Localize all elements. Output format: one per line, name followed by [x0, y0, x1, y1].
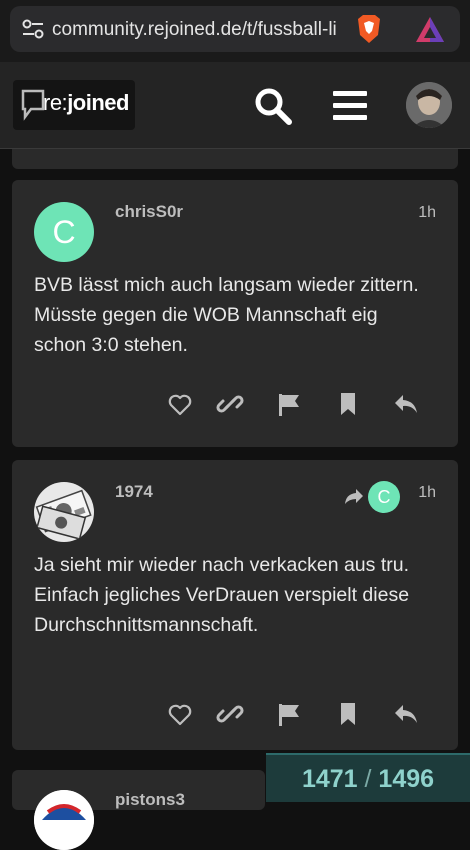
browser-toolbar: community.rejoined.de/t/fussball-li [0, 0, 470, 62]
post-stream: C chrisS0r 1h BVB lässt mich auch langsa… [0, 149, 470, 800]
post-username[interactable]: chrisS0r [115, 202, 183, 222]
progress-text: 1471 / 1496 [266, 765, 470, 794]
avatar[interactable] [34, 482, 94, 542]
hamburger-menu-icon[interactable] [331, 88, 369, 124]
reply-to-indicator[interactable]: C [344, 481, 404, 513]
link-icon[interactable] [216, 700, 244, 728]
url-text[interactable]: community.rejoined.de/t/fussball-li [52, 19, 352, 41]
post: C chrisS0r 1h BVB lässt mich auch langsa… [12, 180, 458, 447]
reply-icon[interactable] [392, 700, 420, 728]
post-body: Ja sieht mir wieder nach verkacken aus t… [34, 554, 410, 636]
post-username[interactable]: 1974 [115, 482, 153, 502]
post-actions [12, 700, 458, 736]
address-bar[interactable]: community.rejoined.de/t/fussball-li [10, 6, 460, 52]
post-date[interactable]: 1h [418, 204, 436, 222]
link-icon[interactable] [216, 390, 244, 418]
post: pistons3 [12, 770, 265, 850]
site-header: re:joined [0, 62, 470, 149]
post-username[interactable]: pistons3 [115, 790, 185, 810]
brave-rewards-icon[interactable] [414, 15, 446, 45]
brave-shields-icon[interactable] [354, 13, 384, 45]
user-avatar[interactable] [406, 82, 452, 128]
post-date[interactable]: 1h [418, 484, 436, 502]
reply-icon[interactable] [392, 390, 420, 418]
progress-separator: / [364, 765, 372, 793]
flag-icon[interactable] [275, 390, 303, 418]
progress-current: 1471 [301, 765, 358, 793]
post-body: BVB lässt mich auch langsam wieder zitte… [34, 274, 419, 356]
avatar[interactable] [34, 790, 94, 850]
like-icon[interactable] [166, 700, 194, 728]
bookmark-icon[interactable] [334, 390, 362, 418]
logo-text: re:joined [43, 90, 129, 115]
flag-icon[interactable] [275, 700, 303, 728]
progress-total: 1496 [378, 765, 435, 793]
topic-progress[interactable]: 1471 / 1496 [266, 753, 470, 802]
bookmark-icon[interactable] [334, 700, 362, 728]
site-logo[interactable]: re:joined [13, 80, 135, 130]
site-settings-icon[interactable] [22, 19, 44, 39]
reply-to-arrow-icon [344, 487, 364, 505]
previous-post [12, 149, 458, 169]
post: 1974 C 1h Ja sieht mir wieder nach verka… [12, 460, 458, 750]
reply-to-avatar: C [368, 481, 400, 513]
search-icon[interactable] [253, 86, 293, 126]
like-icon[interactable] [166, 390, 194, 418]
post-actions [12, 390, 458, 426]
avatar[interactable]: C [34, 202, 94, 262]
